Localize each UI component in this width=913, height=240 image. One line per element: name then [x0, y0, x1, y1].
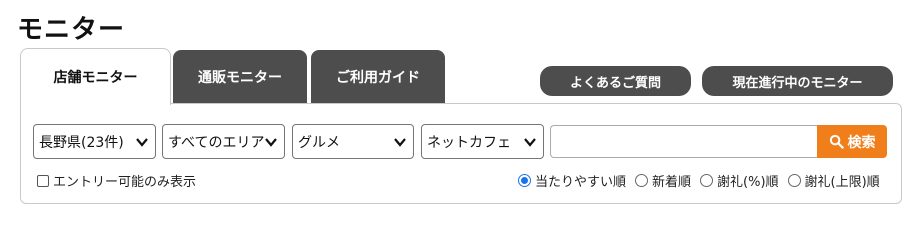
subcategory-value: ネットカフェ: [427, 134, 511, 151]
category-value: グルメ: [298, 134, 340, 151]
radio-dot[interactable]: [787, 174, 801, 187]
tab-usage-guide[interactable]: ご利用ガイド: [311, 50, 445, 104]
chevron-down-icon: [394, 138, 406, 147]
radio-dot[interactable]: [518, 174, 531, 187]
area-value: すべてのエリア: [168, 134, 265, 151]
search-button[interactable]: 検索: [817, 125, 887, 158]
prefecture-value: 長野県(23件): [39, 134, 124, 151]
prefecture-select[interactable]: 長野県(23件): [33, 124, 156, 159]
search-button-label: 検索: [847, 134, 876, 151]
chevron-down-icon: [265, 138, 277, 147]
sort-label: 謝礼(上限)順: [804, 175, 880, 190]
sort-label: 新着順: [652, 175, 692, 190]
sort-options: 当たりやすい順 新着順 謝礼(%)順 謝礼(上限)順: [518, 171, 880, 190]
sort-label: 謝礼(%)順: [717, 175, 779, 190]
chevron-down-icon: [524, 138, 536, 147]
area-select[interactable]: すべてのエリア: [162, 124, 285, 159]
entry-only-checkbox[interactable]: エントリー可能のみ表示: [37, 171, 196, 190]
category-select[interactable]: グルメ: [292, 124, 414, 159]
tab-label: 通販モニター: [198, 70, 282, 86]
checkbox-box[interactable]: [37, 174, 49, 187]
sort-radio-likely[interactable]: 当たりやすい順: [518, 171, 626, 190]
sort-radio-reward-percent[interactable]: 謝礼(%)順: [700, 171, 779, 190]
ongoing-label: 現在進行中のモニター: [732, 75, 863, 91]
chevron-down-icon: [136, 138, 148, 147]
search-icon: [829, 134, 844, 149]
radio-dot[interactable]: [700, 174, 714, 187]
page-title: モニター: [17, 15, 126, 45]
entry-only-label: エントリー可能のみ表示: [53, 175, 197, 190]
tab-store-monitor[interactable]: 店舗モニター: [20, 48, 171, 105]
sort-radio-newest[interactable]: 新着順: [635, 171, 691, 190]
sort-label: 当たりやすい順: [535, 175, 627, 190]
tab-label: ご利用ガイド: [336, 70, 420, 86]
subcategory-select[interactable]: ネットカフェ: [421, 124, 544, 159]
tab-mail-order-monitor[interactable]: 通販モニター: [173, 50, 307, 104]
ongoing-monitors-button[interactable]: 現在進行中のモニター: [702, 66, 893, 96]
radio-dot[interactable]: [635, 174, 649, 187]
sort-radio-reward-limit[interactable]: 謝礼(上限)順: [787, 171, 880, 190]
faq-label: よくあるご質問: [569, 75, 661, 91]
tab-label: 店舗モニター: [53, 70, 138, 86]
faq-button[interactable]: よくあるご質問: [540, 66, 691, 96]
keyword-input[interactable]: [550, 125, 818, 158]
